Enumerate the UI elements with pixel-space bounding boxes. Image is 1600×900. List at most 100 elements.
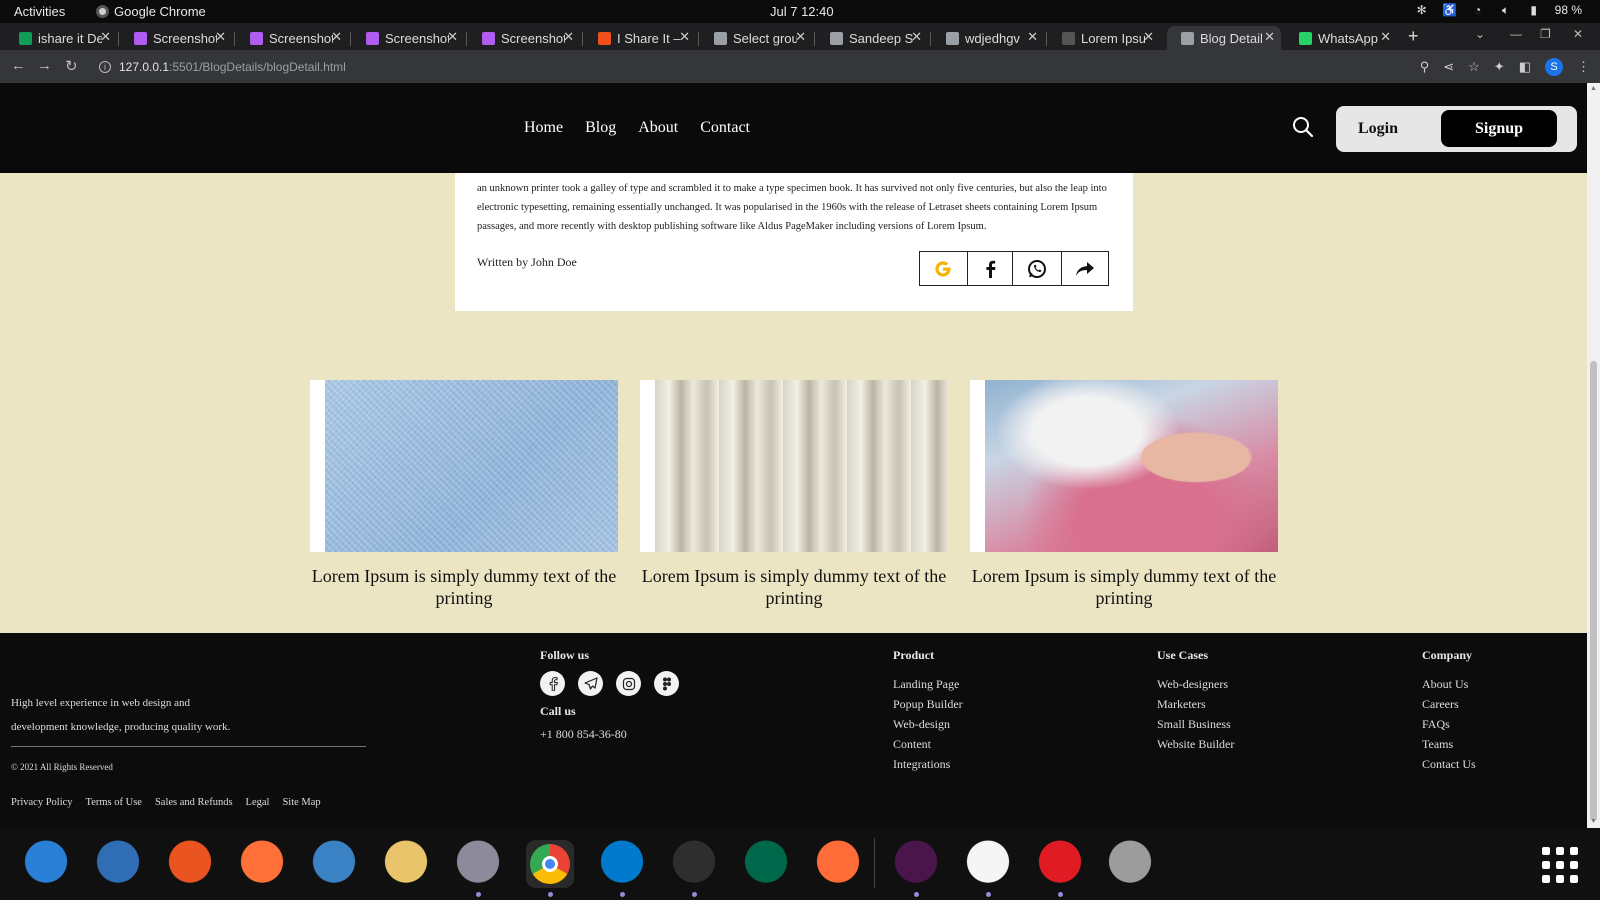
side-panel-icon[interactable]: ◧ [1519,59,1531,75]
search-icon[interactable] [1292,116,1314,138]
google-icon[interactable] [920,252,968,285]
browser-tab[interactable]: Blog Detail ✕ [1167,26,1281,50]
writer-app-icon[interactable] [94,840,142,888]
browser-tab[interactable]: Screenshot ✕ [236,26,348,50]
facebook-icon[interactable] [540,671,565,696]
address-bar[interactable]: i 127.0.0.1:5501/BlogDetails/blogDetail.… [95,55,1565,79]
tab-close-icon[interactable]: ✕ [795,29,806,45]
share-icon[interactable]: ⋖ [1443,59,1454,75]
tab-close-icon[interactable]: ✕ [1264,29,1275,45]
alert-app-icon[interactable] [1036,840,1084,888]
tab-close-icon[interactable]: ✕ [911,29,922,45]
app-menu[interactable]: Google Chrome [96,4,206,19]
slack-app-icon[interactable] [892,840,940,888]
nav-link-home[interactable]: Home [524,119,563,137]
thunderbird-app-icon[interactable] [310,840,358,888]
footer-link-marketers[interactable]: Marketers [1157,694,1234,714]
page-scrollbar[interactable]: ▲ ▼ [1587,83,1600,828]
legal-link[interactable]: Legal [246,797,270,808]
footer-link-faqs[interactable]: FAQs [1422,714,1476,734]
software-center-app-icon[interactable] [166,840,214,888]
whatsapp-icon[interactable] [1013,252,1062,285]
forward-icon[interactable]: → [37,57,52,74]
browser-tab[interactable]: WhatsApp ✕ [1285,26,1397,50]
footer-link-integrations[interactable]: Integrations [893,754,963,774]
maximize-window-button[interactable]: ❐ [1540,27,1551,41]
telegram-icon[interactable] [578,671,603,696]
bookmark-star-icon[interactable]: ☆ [1468,59,1480,75]
scroll-up-arrow-icon[interactable]: ▲ [1590,85,1597,92]
scroll-down-arrow-icon[interactable]: ▼ [1590,818,1597,825]
browser-tab[interactable]: Screenshot ✕ [468,26,580,50]
activities-button[interactable]: Activities [14,4,65,19]
tab-close-icon[interactable]: ✕ [1380,29,1391,45]
footer-link-popup-builder[interactable]: Popup Builder [893,694,963,714]
footer-link-content[interactable]: Content [893,734,963,754]
browser-tab[interactable]: I Share It – ✕ [584,26,696,50]
terminal-app-icon[interactable] [670,840,718,888]
login-button[interactable]: Login [1358,120,1398,138]
figma-icon[interactable] [654,671,679,696]
vscode-app-icon[interactable] [598,840,646,888]
tab-close-icon[interactable]: ✕ [215,29,226,45]
browser-tab[interactable]: Screenshot ✕ [352,26,464,50]
nav-link-about[interactable]: About [638,119,678,137]
files-app-icon[interactable] [454,840,502,888]
extensions-icon[interactable]: ✦ [1494,59,1505,75]
trash-app-icon[interactable] [1106,840,1154,888]
nav-link-blog[interactable]: Blog [585,119,616,137]
browser-tab[interactable]: Sandeep S ✕ [816,26,928,50]
browser-tab[interactable]: Lorem Ipsu ✕ [1048,26,1160,50]
help-app-icon[interactable] [22,840,70,888]
footer-link-careers[interactable]: Careers [1422,694,1476,714]
product-card-1[interactable]: Lorem Ipsum is simply dummy text of the … [310,380,618,609]
text-editor-app-icon[interactable] [964,840,1012,888]
system-tray[interactable]: ✻ ♿ ◔ 🔈︎ ▮ 98 % [1415,3,1582,18]
profile-avatar[interactable]: S [1545,58,1563,76]
share-arrow-icon[interactable] [1062,252,1109,285]
footer-link-contact-us[interactable]: Contact Us [1422,754,1476,774]
browser-tab[interactable]: ishare it De ✕ [5,26,117,50]
footer-link-teams[interactable]: Teams [1422,734,1476,754]
tab-close-icon[interactable]: ✕ [447,29,458,45]
footer-link-landing-page[interactable]: Landing Page [893,674,963,694]
tab-close-icon[interactable]: ✕ [100,29,111,45]
clock[interactable]: Jul 7 12:40 [770,4,834,19]
tab-close-icon[interactable]: ✕ [679,29,690,45]
privacy-policy-link[interactable]: Privacy Policy [11,797,73,808]
reload-icon[interactable]: ↻ [65,57,78,75]
postman-app-icon[interactable] [814,840,862,888]
slack-tray-icon[interactable]: ✻ [1415,3,1429,17]
back-icon[interactable]: ← [11,57,26,74]
signup-button[interactable]: Signup [1441,110,1557,147]
browser-tab[interactable]: Select grou ✕ [700,26,812,50]
firefox-app-icon[interactable] [238,840,286,888]
product-card-3[interactable]: Lorem Ipsum is simply dummy text of the … [970,380,1278,609]
footer-phone[interactable]: +1 800 854-36-80 [540,727,679,742]
zoom-icon[interactable]: ⚲ [1420,59,1430,75]
nav-link-contact[interactable]: Contact [700,119,750,137]
rhythmbox-app-icon[interactable] [382,840,430,888]
mongodb-compass-app-icon[interactable] [742,840,790,888]
scrollbar-thumb[interactable] [1590,361,1597,821]
tab-close-icon[interactable]: ✕ [1143,29,1154,45]
footer-link-web-design[interactable]: Web-design [893,714,963,734]
footer-link-small-business[interactable]: Small Business [1157,714,1234,734]
site-map-link[interactable]: Site Map [282,797,320,808]
accessibility-icon[interactable]: ♿ [1442,3,1457,17]
show-apps-icon[interactable] [1542,847,1578,883]
minimize-window-button[interactable]: — [1510,27,1522,41]
footer-link-web-designers[interactable]: Web-designers [1157,674,1234,694]
facebook-icon[interactable] [968,252,1014,285]
footer-link-about-us[interactable]: About Us [1422,674,1476,694]
instagram-icon[interactable] [616,671,641,696]
close-window-button[interactable]: ✕ [1573,27,1583,41]
new-tab-button[interactable]: + [1408,26,1419,47]
browser-tab[interactable]: wdjedhgv ✕ [932,26,1044,50]
browser-tab[interactable]: Screenshot ✕ [120,26,232,50]
chrome-app-icon[interactable] [526,840,574,888]
terms-of-use-link[interactable]: Terms of Use [86,797,142,808]
site-info-icon[interactable]: i [99,61,111,73]
product-card-2[interactable]: Lorem Ipsum is simply dummy text of the … [640,380,948,609]
tab-search-icon[interactable]: ⌄ [1475,27,1485,41]
